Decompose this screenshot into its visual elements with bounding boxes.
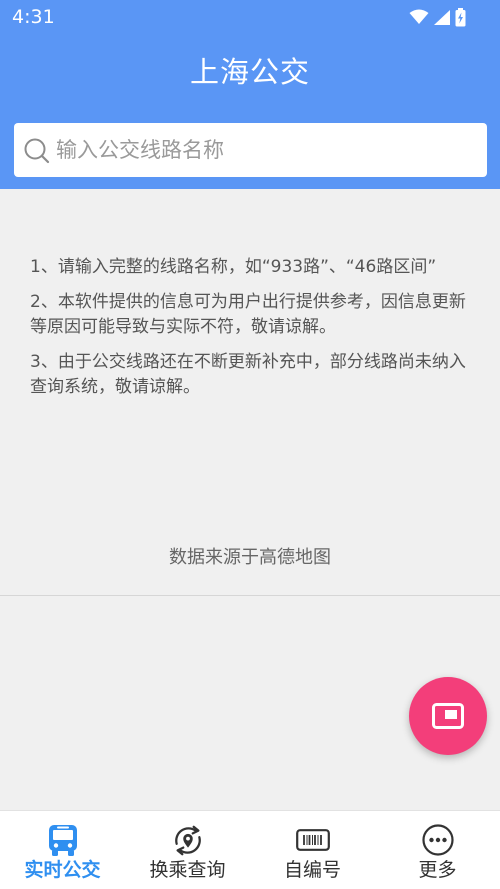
status-icons xyxy=(409,7,466,27)
tab-label: 实时公交 xyxy=(24,859,101,881)
tip-3: 3、由于公交线路还在不断更新补充中，部分线路尚未纳入查询系统，敬请谅解。 xyxy=(30,352,466,397)
bottom-nav: 实时公交 换乘查询 自编号 更多 xyxy=(0,810,500,889)
ticket-icon xyxy=(295,823,330,857)
search-box[interactable] xyxy=(14,123,487,177)
tab-more[interactable]: 更多 xyxy=(375,811,500,889)
tab-realtime-bus[interactable]: 实时公交 xyxy=(0,811,125,889)
cell-signal-icon xyxy=(434,9,450,25)
tab-label: 更多 xyxy=(418,859,457,881)
picture-in-picture-icon xyxy=(432,703,464,729)
header: 4:31 上海公交 xyxy=(0,0,500,189)
data-source-text: 数据来源于高德地图 xyxy=(169,547,331,568)
more-icon xyxy=(421,823,455,857)
status-time: 4:31 xyxy=(12,6,55,28)
transfer-location-icon xyxy=(171,823,205,857)
app-root: 4:31 上海公交 输入公交线路名称 1、请输入完整的线路名称，如“933路”、… xyxy=(0,0,500,889)
page-title: 上海公交 xyxy=(189,55,310,89)
floating-action-button[interactable] xyxy=(409,677,487,755)
wifi-icon xyxy=(409,9,429,24)
tab-transfer-query[interactable]: 换乘查询 xyxy=(125,811,250,889)
status-bar: 4:31 xyxy=(0,0,500,34)
tip-1: 1、请输入完整的线路名称，如“933路”、“46路区间” xyxy=(30,257,437,277)
tip-2: 2、本软件提供的信息可为用户出行提供参考，因信息更新等原因可能导致与实际不符，敬… xyxy=(30,292,466,337)
search-input[interactable] xyxy=(56,130,476,170)
divider xyxy=(0,595,500,596)
search-icon xyxy=(24,138,50,163)
tips-section: 1、请输入完整的线路名称，如“933路”、“46路区间” 2、本软件提供的信息可… xyxy=(30,255,482,410)
battery-charging-icon xyxy=(455,7,466,26)
tab-self-number[interactable]: 自编号 xyxy=(250,811,375,889)
tab-label: 换乘查询 xyxy=(149,859,226,881)
tab-label: 自编号 xyxy=(283,859,341,881)
bus-icon xyxy=(46,823,80,857)
